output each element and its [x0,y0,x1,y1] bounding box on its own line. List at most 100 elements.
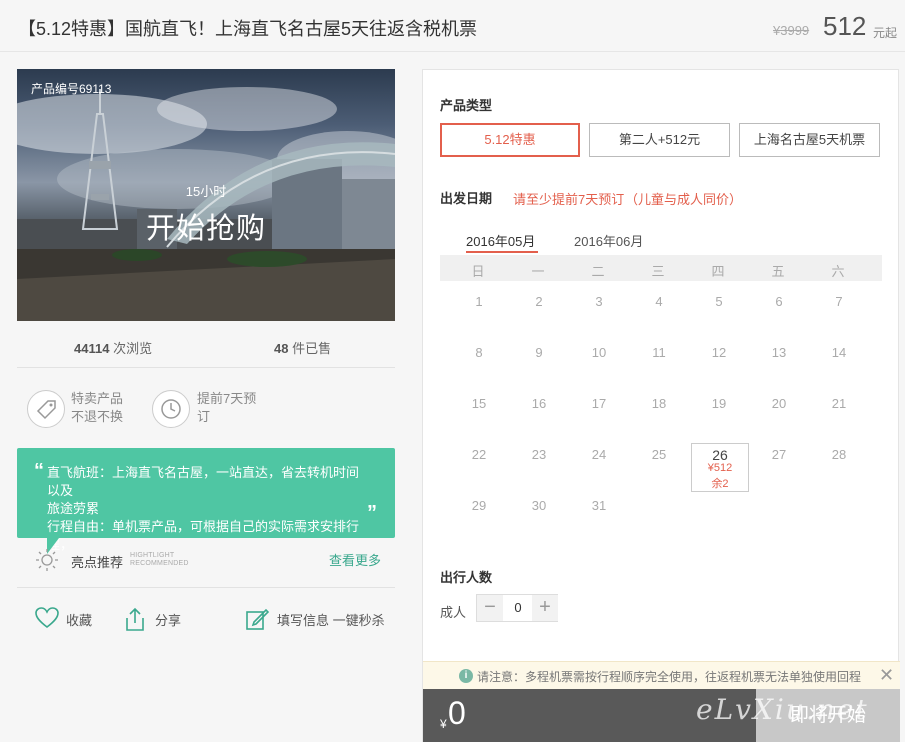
calendar-day: 4 [655,294,663,309]
badge-line: 不退不换 [71,409,124,424]
selected-day-price: ¥512 [707,462,733,474]
calendar-day: 18 [651,396,667,411]
countdown-timer: 15小时 [185,184,227,199]
calendar-day: 19 [711,396,727,411]
edit-icon[interactable] [244,606,270,635]
share-button[interactable]: 分享 [155,610,181,629]
notice-text: 请注意：多程机票需按行程顺序完全使用，往返程机票无法单独使用回程 [477,670,862,684]
total-price: 0 [448,695,466,731]
calendar-day: 3 [595,294,603,309]
tip-text: 直飞航班：上海直飞名古屋，一站直达，省去转机时间以及 旅途劳累 行程自由：单机票… [47,464,367,554]
month-tab-june[interactable]: 2016年06月 [574,231,643,250]
weekday-sat: 六 [831,264,845,279]
calendar-day: 29 [471,498,487,513]
badge-line: 特卖产品 [71,391,124,406]
option-special[interactable]: 5.12特惠 [440,123,580,157]
clock-icon [152,390,190,428]
highlight-english: HIGHTLIGHT RECOMMENDED [130,552,189,568]
booking-panel: 产品类型 5.12特惠 第二人+512元 上海名古屋5天机票 出发日期 请至少提… [422,69,900,742]
badge-advance-booking: 提前7天预 订 [197,390,256,426]
travelers-label: 出行人数 [440,570,493,585]
calendar-day: 1 [475,294,483,309]
calendar-day: 20 [771,396,787,411]
calendar-day: 6 [775,294,783,309]
calendar-day: 11 [652,345,666,360]
calendar-day: 15 [471,396,487,411]
views-count: 44114 [74,341,110,356]
weekday-header: 日 一 二 三 四 五 六 [440,255,882,281]
calendar-day: 27 [771,447,787,462]
calendar-day: 22 [471,447,487,462]
open-quote-icon: “ [34,460,44,482]
product-type-label: 产品类型 [440,98,493,113]
advance-booking-note: 请至少提前7天预订 [513,192,625,207]
tip-line: 旅途劳累 [47,501,100,516]
decrement-button[interactable]: − [477,595,503,621]
tip-line: 直飞航班：上海直飞名古屋，一站直达，省去转机时间以及 [47,465,360,498]
heart-icon[interactable] [34,606,60,633]
sold-stat: 48 件已售 [274,338,331,357]
product-title: 【5.12特惠】国航直飞！上海直飞名古屋5天往返含税机票 [18,19,478,39]
highlight-recommend-bar: 亮点推荐 HIGHTLIGHT RECOMMENDED 查看更多 [17,542,395,588]
calendar-day: 9 [535,345,543,360]
departure-date-label: 出发日期 [440,191,493,206]
weekday-sun: 日 [471,264,485,279]
start-sale-label: 开始抢购 [145,213,266,245]
increment-button[interactable]: + [532,595,558,621]
calendar-day: 5 [715,294,723,309]
adult-label: 成人 [440,605,467,620]
action-bar: 收藏 分享 填写信息 一键秒杀 [17,600,395,640]
calendar-day: 25 [651,447,667,462]
selected-day-remaining: 余2 [711,478,729,490]
calendar-day: 31 [591,498,607,513]
close-icon[interactable]: ✕ [879,665,894,686]
sold-count: 48 [274,341,289,356]
share-icon[interactable] [123,606,147,635]
adult-quantity-stepper: − 0 + [476,594,558,622]
child-price-note: （儿童与成人同价） [625,192,743,207]
calendar-day: 24 [591,447,607,462]
notice-bar: i 请注意：多程机票需按行程顺序完全使用，往返程机票无法单独使用回程 ✕ [423,661,900,689]
highlight-tip-box: “ 直飞航班：上海直飞名古屋，一站直达，省去转机时间以及 旅途劳累 行程自由：单… [17,448,395,552]
calendar-day: 8 [475,345,483,360]
active-month-indicator [466,251,538,253]
views-stat: 44114 次浏览 [74,338,152,357]
weekday-fri: 五 [771,264,785,279]
badge-line: 提前7天预 [197,391,257,406]
currency-symbol: ¥ [440,717,447,731]
selected-day-number: 26 [712,447,728,463]
product-code: 产品编号69113 [31,82,112,96]
month-tab-may[interactable]: 2016年05月 [466,231,535,250]
adult-count[interactable]: 0 [504,595,532,621]
calendar-day: 16 [531,396,547,411]
info-icon: i [459,669,473,683]
current-price: 512 [823,11,867,41]
calendar-day: 17 [591,396,607,411]
calendar-day: 14 [831,345,847,360]
tag-icon [27,390,65,428]
original-price: ¥3999 [773,23,810,38]
calendar-day: 23 [531,447,547,462]
option-5day-ticket[interactable]: 上海名古屋5天机票 [739,123,880,157]
price-suffix: 元起 [873,26,898,40]
view-more-link[interactable]: 查看更多 [329,550,381,569]
highlight-label: 亮点推荐 [71,555,124,570]
weekday-wed: 三 [651,264,665,279]
option-second-person[interactable]: 第二人+512元 [589,123,730,157]
calendar-day-selected[interactable]: 26 ¥512 余2 [691,443,749,492]
product-badges: 特卖产品 不退不换 提前7天预 订 [17,380,395,440]
badge-special-sale: 特卖产品 不退不换 [71,390,123,426]
calendar-day: 2 [535,294,543,309]
product-stats: 44114 次浏览 48 件已售 [17,322,395,368]
calendar-day: 30 [531,498,547,513]
weekday-tue: 二 [591,264,605,279]
fill-info-button[interactable]: 填写信息 一键秒杀 [277,610,385,629]
calendar-day: 10 [591,345,607,360]
favorite-button[interactable]: 收藏 [66,610,92,629]
weekday-thu: 四 [711,264,725,279]
product-hero-image[interactable]: 产品编号69113 15小时 开始抢购 [17,69,395,321]
watermark: eLvXiu.net [696,693,869,726]
highlight-en-line: HIGHTLIGHT [130,552,175,559]
sun-icon [36,549,58,571]
calendar-day: 28 [831,447,847,462]
